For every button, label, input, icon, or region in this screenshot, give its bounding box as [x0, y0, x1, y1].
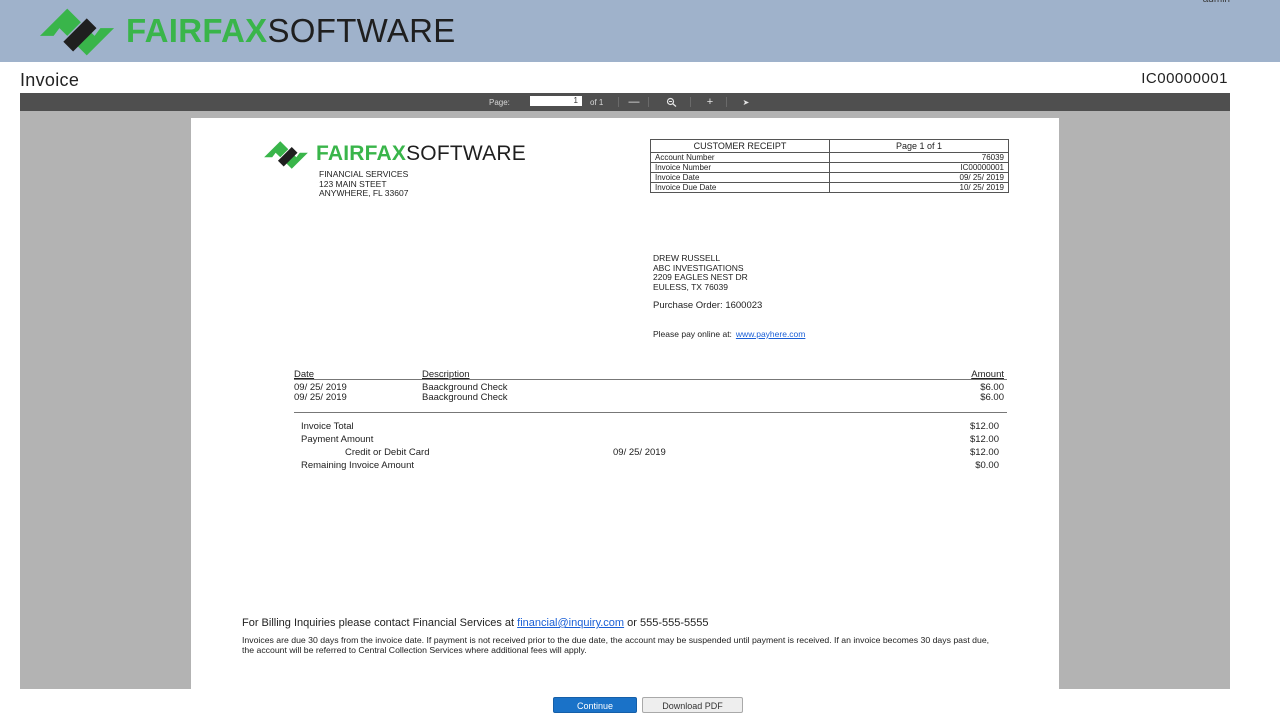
- viewer-toolbar: Page: 1 of 1 — + ➤: [20, 93, 1230, 111]
- company-address: FINANCIAL SERVICES 123 MAIN STEET ANYWHE…: [319, 169, 409, 198]
- column-header-description: Description: [422, 369, 470, 380]
- brand-name-bold: FAIRFAX: [126, 12, 268, 49]
- billing-contact: For Billing Inquiries please contact Fin…: [242, 617, 709, 629]
- receipt-label: Invoice Number: [650, 162, 830, 173]
- payment-method-amount: $12.00: [969, 447, 999, 458]
- brand-name: FAIRFAXSOFTWARE: [126, 12, 456, 50]
- payment-method-date: 09/ 25/ 2019: [613, 447, 666, 458]
- magnifier-icon: [666, 97, 677, 107]
- payment-method-label: Credit or Debit Card: [345, 447, 430, 458]
- invoice-page: FAIRFAXSOFTWARE FINANCIAL SERVICES 123 M…: [191, 118, 1059, 689]
- brand-name-light: SOFTWARE: [267, 12, 456, 49]
- zoom-reset-icon[interactable]: [664, 93, 680, 111]
- page-label: Page:: [489, 98, 510, 107]
- receipt-label: Invoice Due Date: [650, 182, 830, 193]
- page-title: Invoice: [20, 70, 80, 90]
- payment-terms-notice: Invoices are due 30 days from the invoic…: [242, 635, 990, 655]
- fairfax-logo-icon: [39, 8, 115, 56]
- document-brand-light: SOFTWARE: [406, 142, 526, 165]
- pay-online-label: Please pay online at:: [653, 329, 732, 339]
- column-header-date: Date: [294, 369, 315, 380]
- item-description: Baackground Check: [422, 392, 508, 403]
- zoom-in-icon[interactable]: +: [702, 93, 718, 111]
- invoice-total-label: Invoice Total: [301, 421, 354, 432]
- customer-receipt-table: CUSTOMER RECEIPT Page 1 of 1 Account Num…: [650, 139, 1009, 193]
- zoom-out-icon[interactable]: —: [626, 93, 642, 111]
- continue-button[interactable]: Continue: [553, 697, 637, 713]
- receipt-label: Invoice Date: [650, 172, 830, 183]
- payment-amount-label: Payment Amount: [301, 434, 374, 445]
- payment-method-row: Credit or Debit Card 09/ 25/ 2019 $12.00: [301, 446, 999, 459]
- remaining-amount-label: Remaining Invoice Amount: [301, 460, 415, 471]
- toolbar-divider: [726, 97, 727, 107]
- receipt-value: 76039: [829, 152, 1009, 163]
- remaining-amount-row: Remaining Invoice Amount $0.00: [301, 459, 999, 472]
- line-item-row: 09/ 25/ 2019 Baackground Check $6.00: [294, 383, 1007, 393]
- billing-contact-prefix: For Billing Inquiries please contact Fin…: [242, 617, 515, 629]
- toolbar-divider: [618, 97, 619, 107]
- app-header: FAIRFAXSOFTWARE admin: [0, 0, 1280, 62]
- remaining-amount: $0.00: [975, 460, 999, 471]
- invoice-id: IC00000001: [1141, 70, 1228, 87]
- billing-email-link[interactable]: financial@inquiry.com: [517, 617, 624, 629]
- invoice-total-amount: $12.00: [969, 421, 999, 432]
- page-count: of 1: [590, 98, 604, 107]
- totals-divider: [294, 412, 1007, 413]
- purchase-order: Purchase Order: 1600023: [653, 300, 763, 311]
- receipt-label: Account Number: [650, 152, 830, 163]
- pointer-icon[interactable]: ➤: [738, 93, 754, 111]
- payment-amount: $12.00: [969, 434, 999, 445]
- document-brand: FAIRFAXSOFTWARE: [316, 142, 526, 166]
- receipt-value: 10/ 25/ 2019: [829, 182, 1009, 193]
- payment-amount-row: Payment Amount $12.00: [301, 433, 999, 446]
- toolbar-divider: [690, 97, 691, 107]
- bill-to-address: DREW RUSSELL ABC INVESTIGATIONS 2209 EAG…: [653, 253, 748, 292]
- receipt-value: 09/ 25/ 2019: [829, 172, 1009, 183]
- pay-online: Please pay online at: www.payhere.com: [653, 329, 805, 339]
- receipt-value: IC00000001: [829, 162, 1009, 173]
- receipt-title: CUSTOMER RECEIPT: [650, 139, 830, 153]
- line-items: Date Description Amount 09/ 25/ 2019 Baa…: [294, 369, 1007, 403]
- user-name[interactable]: admin: [1203, 0, 1230, 5]
- line-item-row: 09/ 25/ 2019 Baackground Check $6.00: [294, 393, 1007, 403]
- fairfax-logo-icon: [264, 141, 308, 169]
- pay-online-link[interactable]: www.payhere.com: [736, 329, 805, 339]
- invoice-total-row: Invoice Total $12.00: [301, 420, 999, 433]
- document-brand-bold: FAIRFAX: [316, 142, 407, 165]
- line-items-header: Date Description Amount: [294, 369, 1007, 380]
- column-header-amount: Amount: [971, 369, 1004, 380]
- billing-contact-suffix: or 555-555-5555: [627, 617, 709, 629]
- page-number-input[interactable]: 1: [530, 96, 582, 106]
- download-pdf-button[interactable]: Download PDF: [642, 697, 743, 713]
- receipt-page: Page 1 of 1: [829, 139, 1009, 153]
- item-date: 09/ 25/ 2019: [294, 392, 347, 403]
- invoice-totals: Invoice Total $12.00 Payment Amount $12.…: [301, 420, 999, 472]
- item-amount: $6.00: [980, 392, 1004, 403]
- toolbar-divider: [648, 97, 649, 107]
- pdf-viewer[interactable]: Page: 1 of 1 — + ➤ FAIRFAXSOFTWARE FINAN…: [20, 93, 1230, 689]
